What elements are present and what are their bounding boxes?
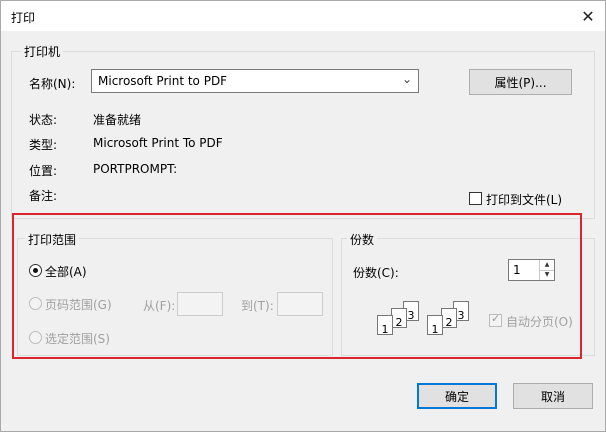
to-label: 到(T):: [241, 299, 274, 313]
from-input[interactable]: [177, 292, 223, 316]
printer-group-label: 打印机: [21, 43, 64, 60]
type-label: 类型:: [29, 138, 58, 152]
close-icon[interactable]: ✕: [571, 1, 605, 31]
print-to-file-label[interactable]: 打印到文件(L): [486, 191, 562, 208]
collate-page-1a: 1: [377, 315, 393, 336]
collate-page-2b: 2: [441, 308, 457, 329]
cancel-button[interactable]: 取消: [513, 383, 593, 409]
collate-page-1b: 1: [427, 315, 443, 336]
range-selection-label[interactable]: 选定范围(S): [45, 330, 110, 347]
collate-page-2a: 2: [391, 308, 407, 329]
chevron-down-icon: ⌄: [401, 72, 412, 86]
collate-label[interactable]: 自动分页(O): [506, 313, 573, 330]
print-dialog: 打印 ✕ 打印机 名称(N): Microsoft Print to PDF ⌄…: [0, 0, 606, 432]
range-selection-radio[interactable]: [29, 331, 42, 344]
range-all-radio[interactable]: [29, 264, 42, 277]
type-value: Microsoft Print To PDF: [93, 136, 223, 150]
comment-label: 备注:: [29, 189, 58, 203]
properties-button[interactable]: 属性(P)...: [469, 69, 572, 95]
printer-name-value: Microsoft Print to PDF: [98, 74, 228, 88]
location-label: 位置:: [29, 164, 58, 178]
copies-count-value: 1: [513, 263, 521, 277]
to-input[interactable]: [277, 292, 323, 316]
status-value: 准备就绪: [93, 113, 142, 127]
copies-spinner[interactable]: 1 ▲ ▼: [508, 259, 555, 281]
ok-button[interactable]: 确定: [417, 383, 497, 409]
collate-checkbox[interactable]: [489, 312, 502, 327]
location-value: PORTPROMPT:: [93, 162, 178, 176]
title-bar: 打印 ✕: [1, 1, 605, 31]
from-label: 从(F):: [143, 299, 176, 313]
arrow-down-icon[interactable]: ▼: [540, 270, 554, 280]
range-pages-radio[interactable]: [29, 297, 42, 310]
copies-group: [341, 238, 595, 356]
copies-group-label: 份数: [347, 231, 378, 248]
range-all-label[interactable]: 全部(A): [45, 263, 87, 280]
range-pages-label[interactable]: 页码范围(G): [45, 296, 112, 313]
printer-name-label: 名称(N):: [29, 77, 76, 91]
status-label: 状态:: [29, 113, 58, 127]
printer-name-select[interactable]: Microsoft Print to PDF ⌄: [91, 69, 419, 93]
dialog-title: 打印: [11, 11, 36, 25]
copies-count-label: 份数(C):: [353, 266, 399, 280]
print-to-file-checkbox[interactable]: [469, 192, 482, 205]
spinner-arrows: ▲ ▼: [539, 260, 554, 280]
print-range-group-label: 打印范围: [25, 231, 80, 248]
